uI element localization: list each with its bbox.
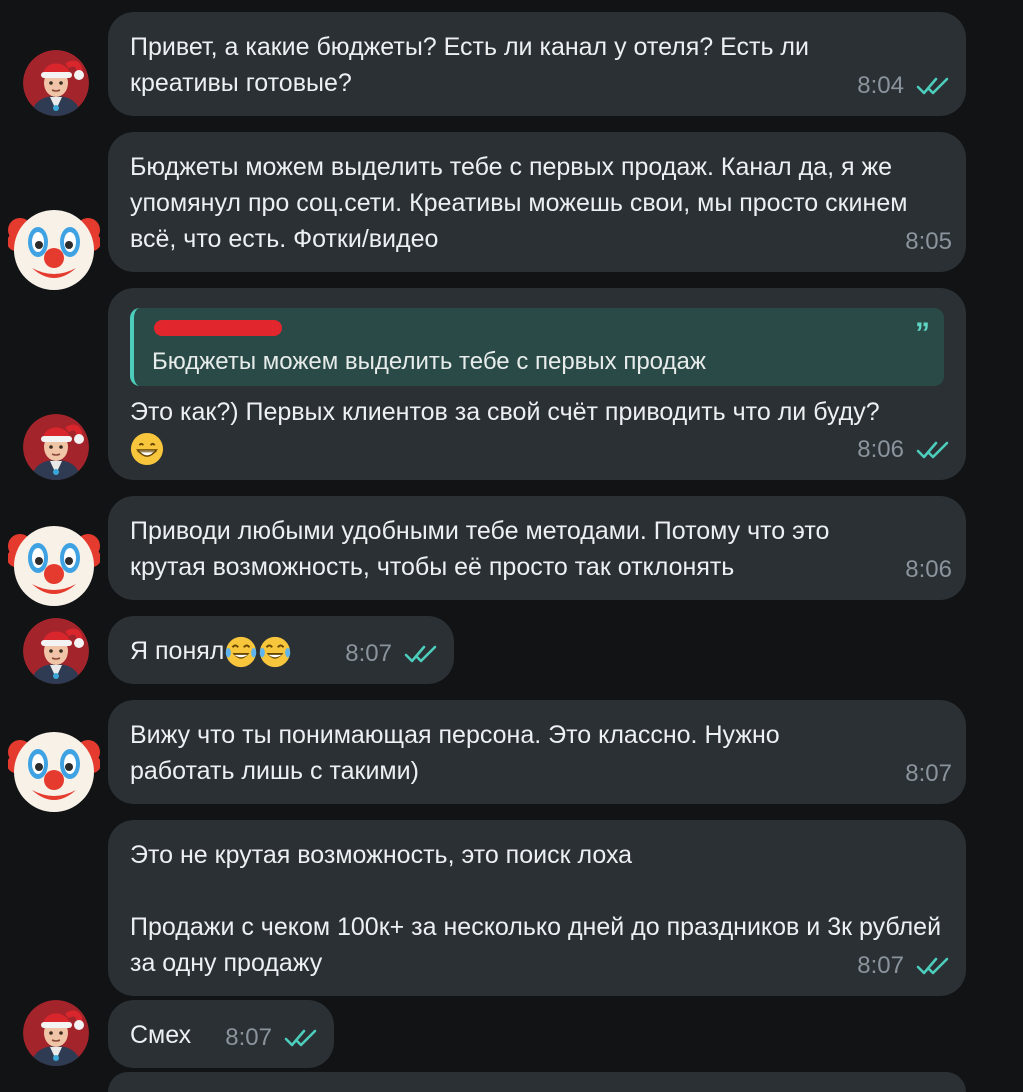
double-check-icon bbox=[284, 1028, 320, 1048]
message-text: Приводи любыми удобными тебе методами. П… bbox=[130, 517, 837, 581]
santa-avatar-icon[interactable] bbox=[23, 618, 89, 684]
redacted-author bbox=[154, 320, 282, 336]
clown-face-icon[interactable] bbox=[8, 518, 100, 610]
message-time: 8:04 bbox=[857, 72, 904, 99]
message-bubble[interactable]: Приводи любыми удобными тебе методами. П… bbox=[108, 496, 966, 600]
message-text-body: Это как?) Первых клиентов за свой счёт п… bbox=[130, 398, 880, 426]
message-time: 8:05 bbox=[905, 228, 952, 255]
quote-icon: ” bbox=[915, 317, 930, 350]
santa-avatar-icon[interactable] bbox=[23, 1000, 89, 1066]
message-meta: 8:07 bbox=[225, 1020, 320, 1056]
message-time: 8:07 bbox=[345, 640, 392, 667]
message-bubble[interactable]: Вижу что ты понимающая персона. Это клас… bbox=[108, 700, 966, 804]
message-meta: 8:06 bbox=[857, 432, 952, 468]
message-meta: 8:07 bbox=[345, 636, 440, 672]
message-time: 8:06 bbox=[905, 556, 952, 583]
message-meta: 8:04 bbox=[857, 68, 952, 104]
message-meta: 8:06 bbox=[905, 552, 952, 588]
double-check-icon bbox=[916, 76, 952, 96]
double-check-icon bbox=[404, 644, 440, 664]
message-text: Это как?) Первых клиентов за свой счёт п… bbox=[130, 394, 950, 466]
message-time: 8:06 bbox=[857, 436, 904, 463]
message-bubble[interactable]: Я понял 8:07 bbox=[108, 616, 454, 684]
message-bubble[interactable]: Смех 8:07 bbox=[108, 1000, 334, 1068]
message-meta: 8:07 bbox=[905, 756, 952, 792]
message-bubble[interactable]: Бюджеты можем выделить тебе с первых про… bbox=[108, 288, 966, 480]
message-bubble[interactable]: Бюджеты можем выделить тебе с первых про… bbox=[108, 132, 966, 272]
message-bubble[interactable]: Это не крутая возможность, это поиск лох… bbox=[108, 820, 966, 996]
clown-face-icon[interactable] bbox=[8, 202, 100, 294]
message-text: Вижу что ты понимающая персона. Это клас… bbox=[130, 721, 787, 785]
message-text-body: Я понял bbox=[130, 637, 225, 665]
message-time: 8:07 bbox=[905, 760, 952, 787]
message-bubble-partial[interactable] bbox=[108, 1072, 966, 1092]
message-text: Это не крутая возможность, это поиск лох… bbox=[130, 841, 942, 977]
grinning-emoji-icon bbox=[130, 432, 164, 466]
message-text: Привет, а какие бюджеты? Есть ли канал у… bbox=[130, 33, 816, 97]
double-check-icon bbox=[916, 956, 952, 976]
message-meta: 8:07 bbox=[857, 948, 952, 984]
reply-quote[interactable]: Бюджеты можем выделить тебе с первых про… bbox=[130, 308, 944, 386]
santa-avatar-icon[interactable] bbox=[23, 414, 89, 480]
reply-text: Бюджеты можем выделить тебе с первых про… bbox=[152, 348, 706, 375]
tears-of-joy-emoji-icon bbox=[224, 635, 258, 669]
message-time: 8:07 bbox=[857, 952, 904, 979]
message-time: 8:07 bbox=[225, 1024, 272, 1051]
message-meta: 8:05 bbox=[905, 224, 952, 260]
message-bubble[interactable]: Привет, а какие бюджеты? Есть ли канал у… bbox=[108, 12, 966, 116]
clown-face-icon[interactable] bbox=[8, 724, 100, 816]
tears-of-joy-emoji-icon bbox=[258, 635, 292, 669]
santa-avatar-icon[interactable] bbox=[23, 50, 89, 116]
double-check-icon bbox=[916, 440, 952, 460]
message-text: Бюджеты можем выделить тебе с первых про… bbox=[130, 153, 915, 253]
